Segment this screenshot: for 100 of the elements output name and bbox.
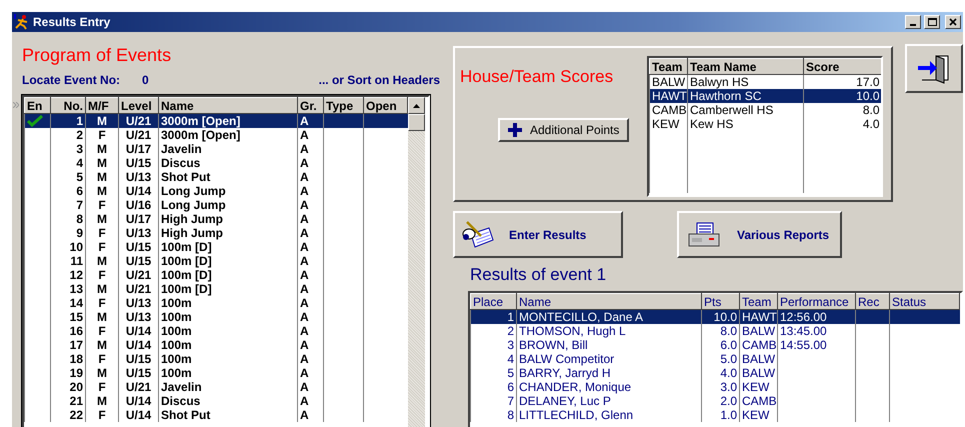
table-cell: 10 <box>70 240 83 254</box>
section-title: Results of event 1 <box>470 265 608 286</box>
table-cell: M <box>97 184 107 198</box>
table-cell: 4.0 <box>862 117 880 131</box>
table-cell: A <box>300 142 309 156</box>
table-cell: U/15 <box>126 352 152 366</box>
column-header[interactable]: Team <box>650 58 688 74</box>
column-header[interactable]: Gr. <box>298 98 324 114</box>
column-header[interactable]: Team Name <box>688 58 804 74</box>
scroll-up-button[interactable] <box>408 97 425 114</box>
table-cell: U/14 <box>126 338 152 352</box>
table-cell: 10.0 <box>714 310 737 324</box>
table-cell: A <box>300 338 309 352</box>
table-cell: A <box>300 268 309 282</box>
locate-value[interactable]: 0 <box>142 73 149 89</box>
table-cell: A <box>300 380 309 394</box>
table-cell: BALW <box>742 324 776 338</box>
table-cell: A <box>300 212 309 226</box>
minimize-button[interactable] <box>905 15 921 29</box>
table-cell: 1 <box>507 310 514 324</box>
table-cell: A <box>300 128 309 142</box>
table-cell: A <box>300 254 309 268</box>
table-cell: 8 <box>507 408 514 422</box>
table-cell: BROWN, Bill <box>519 338 588 352</box>
table-cell: 8 <box>76 212 83 226</box>
column-header[interactable]: No. <box>50 98 86 114</box>
table-cell: A <box>300 310 309 324</box>
exit-button[interactable] <box>905 44 963 93</box>
table-cell: A <box>300 156 309 170</box>
table-cell: CAMB <box>742 394 777 408</box>
table-cell: M <box>97 254 107 268</box>
table-cell: THOMSON, Hugh L <box>519 324 626 338</box>
plus-icon <box>508 123 522 137</box>
table-cell: Hawthorn SC <box>690 89 762 103</box>
column-header[interactable]: Performance <box>778 294 856 310</box>
table-cell: U/15 <box>126 156 152 170</box>
table-cell: CAMB <box>742 338 777 352</box>
table-cell: F <box>98 380 106 394</box>
table-cell: 22 <box>70 408 83 422</box>
column-header[interactable]: Name <box>516 294 702 310</box>
table-cell: M <box>97 366 107 380</box>
table-cell: M <box>97 394 107 408</box>
table-cell: 6.0 <box>720 338 737 352</box>
column-header[interactable]: Team <box>740 294 778 310</box>
table-cell: 1.0 <box>720 408 737 422</box>
table-cell: BALW <box>742 366 776 380</box>
table-cell: M <box>97 156 107 170</box>
column-header[interactable]: Status <box>890 294 960 310</box>
column-header[interactable]: Rec <box>856 294 890 310</box>
table-cell: M <box>97 114 107 128</box>
table-cell: Javelin <box>161 380 202 394</box>
table-cell: 10.0 <box>856 89 880 103</box>
close-button[interactable] <box>945 15 961 29</box>
column-header[interactable]: Open <box>364 98 408 114</box>
table-cell: KEW <box>652 117 680 131</box>
column-header[interactable]: Level <box>118 98 158 114</box>
table-cell: 100m <box>161 296 192 310</box>
table-cell: 19 <box>70 366 83 380</box>
locate-label: Locate Event No: <box>22 73 120 89</box>
table-cell: 5 <box>507 366 514 380</box>
table-cell: A <box>300 296 309 310</box>
table-cell: A <box>300 394 309 408</box>
scroll-thumb[interactable] <box>408 114 425 131</box>
reports-button[interactable]: Various Reports <box>677 211 842 258</box>
enter-results-button[interactable]: Enter Results <box>453 211 623 258</box>
table-cell: 20 <box>70 380 83 394</box>
table-cell: 2 <box>507 324 514 338</box>
column-header[interactable]: M/F <box>86 98 118 114</box>
table-cell: 3000m [Open] <box>161 114 240 128</box>
table-cell: U/14 <box>126 184 152 198</box>
table-cell: A <box>300 324 309 338</box>
table-cell: 100m <box>161 338 192 352</box>
table-cell: High Jump <box>161 226 223 240</box>
column-header[interactable]: Place <box>470 294 516 310</box>
table-cell: U/15 <box>126 366 152 380</box>
table-cell: M <box>97 170 107 184</box>
table-cell: 100m <box>161 366 192 380</box>
table-cell: 6 <box>507 380 514 394</box>
table-cell: U/21 <box>126 380 152 394</box>
table-cell: Discus <box>161 394 200 408</box>
table-cell: M <box>97 282 107 296</box>
column-header[interactable]: Type <box>324 98 364 114</box>
column-header[interactable]: En <box>24 98 50 114</box>
table-cell: MONTECILLO, Dane A <box>519 310 644 324</box>
column-header[interactable]: Name <box>158 98 298 114</box>
column-header[interactable]: Score <box>804 58 881 74</box>
table-cell: 12 <box>70 268 83 282</box>
table-cell: F <box>98 240 106 254</box>
table-cell: U/15 <box>126 240 152 254</box>
table-cell: BALW <box>742 352 776 366</box>
table-cell: U/14 <box>126 408 152 422</box>
column-header[interactable]: Pts <box>702 294 740 310</box>
section-title: Program of Events <box>22 45 172 67</box>
maximize-button[interactable] <box>924 15 940 29</box>
scrollbar[interactable] <box>408 97 425 427</box>
table-cell: U/17 <box>126 142 152 156</box>
close-icon <box>948 17 958 27</box>
table-cell: 100m [D] <box>161 240 212 254</box>
table-cell: A <box>300 240 309 254</box>
additional-points-button[interactable]: Additional Points <box>498 118 630 142</box>
